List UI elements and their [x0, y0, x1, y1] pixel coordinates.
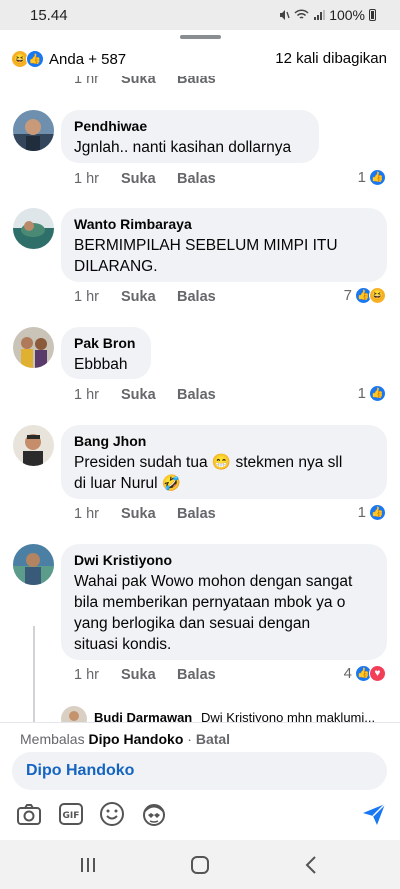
- comment-text-line: yang berlogika dan sesuai dengan: [74, 615, 311, 632]
- comment-time: 1 hr: [74, 171, 99, 187]
- avatar[interactable]: [13, 110, 54, 151]
- svg-text:GIF: GIF: [63, 811, 80, 821]
- like-button[interactable]: Suka: [121, 289, 177, 305]
- like-reaction-icon: 👍: [369, 169, 386, 186]
- comment-actions: 1 hr Suka Balas: [74, 506, 216, 522]
- back-icon[interactable]: [299, 852, 325, 878]
- avatar[interactable]: [13, 208, 54, 249]
- home-icon[interactable]: [187, 852, 213, 878]
- cancel-reply-button[interactable]: Batal: [196, 731, 230, 747]
- like-reaction-icon: 👍: [369, 385, 386, 402]
- comment-author[interactable]: Pendhiwae: [74, 118, 307, 134]
- reaction-summary[interactable]: 😆 👍 Anda + 587: [11, 50, 126, 68]
- comment-bubble[interactable]: Pak Bron Ebbbah: [61, 327, 151, 379]
- comment-text-line: BERMIMPILAH SEBELUM MIMPI ITU: [74, 237, 338, 254]
- comment-bubble[interactable]: Wanto Rimbaraya BERMIMPILAH SEBELUM MIMP…: [61, 208, 387, 282]
- comment-input[interactable]: Dipo Handoko: [12, 752, 387, 790]
- avatar[interactable]: [13, 327, 54, 368]
- wifi-icon: [294, 9, 309, 19]
- mute-icon: [280, 10, 290, 20]
- recent-apps-icon[interactable]: [75, 852, 101, 878]
- haha-reaction-icon: 😆: [369, 287, 386, 304]
- reply-button[interactable]: Balas: [177, 667, 216, 683]
- battery-percent: 100%: [329, 7, 365, 23]
- comment-text: Jgnlah.. nanti kasihan dollarnya: [74, 139, 292, 156]
- reaction-count: 1: [357, 169, 366, 186]
- system-nav-bar: [0, 840, 400, 889]
- comment-reactions[interactable]: 4 👍 ♥: [344, 665, 386, 682]
- comment-reactions[interactable]: 7 👍 😆: [344, 287, 386, 304]
- comment-actions: 1 hr Suka Balas: [74, 387, 216, 403]
- comments-sheet: 😆 👍 Anda + 587 12 kali dibagikan 1 hr Su…: [0, 30, 400, 840]
- status-time: 15.44: [30, 7, 68, 24]
- comment-time: 1 hr: [74, 506, 99, 522]
- comment-author[interactable]: Wanto Rimbaraya: [74, 216, 375, 232]
- replying-to-name: Dipo Handoko: [88, 731, 184, 747]
- signal-icon: [314, 10, 326, 20]
- love-reaction-icon: ♥: [369, 665, 386, 682]
- battery-icon: [369, 9, 376, 21]
- emoji-icon[interactable]: [98, 800, 126, 828]
- drag-handle[interactable]: [180, 35, 221, 39]
- mention-tag[interactable]: Dipo Handoko: [26, 762, 134, 780]
- reply-button[interactable]: Balas: [177, 171, 216, 187]
- gif-icon[interactable]: GIF: [57, 800, 85, 828]
- like-button[interactable]: Suka: [121, 506, 177, 522]
- comment-text-line: situasi kondis.: [74, 636, 172, 653]
- camera-icon[interactable]: [15, 800, 43, 828]
- comment-actions: 1 hr Suka Balas: [74, 289, 216, 305]
- reply-button[interactable]: Balas: [177, 387, 216, 403]
- replying-prefix: Membalas: [20, 731, 85, 747]
- shares-count[interactable]: 12 kali dibagikan: [275, 50, 387, 67]
- comment-text-line: di luar Nurul 🤣: [74, 475, 182, 492]
- reply-button[interactable]: Balas: [177, 289, 216, 305]
- comment-text-line: DILARANG.: [74, 258, 158, 275]
- comment-text-line: Wahai pak Wowo mohon dengan sangat: [74, 573, 353, 590]
- avatar[interactable]: [13, 425, 54, 466]
- status-icons: 100%: [278, 7, 376, 23]
- comment-author[interactable]: Dwi Kristiyono: [74, 552, 375, 568]
- comment-author[interactable]: Pak Bron: [74, 335, 139, 351]
- comment-text-line: bila memberikan pernyataan mbok ya o: [74, 594, 346, 611]
- send-icon[interactable]: [360, 800, 388, 828]
- avatar-sticker-icon[interactable]: [140, 800, 168, 828]
- like-reaction-icon: 👍: [369, 504, 386, 521]
- comment-actions: 1 hr Suka Balas: [74, 171, 216, 187]
- replying-banner: Membalas Dipo Handoko · Batal: [0, 722, 400, 752]
- replying-text: Membalas Dipo Handoko · Batal: [20, 731, 230, 747]
- composer-toolbar: GIF: [0, 798, 400, 832]
- comment-bubble[interactable]: Bang Jhon Presiden sudah tua 😁 stekmen n…: [61, 425, 387, 499]
- status-bar: 15.44 100%: [0, 0, 400, 30]
- comment-text-line: Presiden sudah tua 😁 stekmen nya sll: [74, 454, 343, 471]
- like-button[interactable]: Suka: [121, 387, 177, 403]
- like-button[interactable]: Suka: [121, 171, 177, 187]
- sheet-header: 😆 👍 Anda + 587 12 kali dibagikan: [0, 44, 400, 76]
- comment-text: Ebbbah: [74, 356, 128, 373]
- reaction-count: 4: [343, 665, 352, 682]
- comment-time: 1 hr: [74, 387, 99, 403]
- comment-bubble[interactable]: Dwi Kristiyono Wahai pak Wowo mohon deng…: [61, 544, 387, 660]
- comment-author[interactable]: Bang Jhon: [74, 433, 375, 449]
- comment-reactions[interactable]: 1 👍: [358, 385, 386, 402]
- reaction-count: 1: [357, 385, 366, 402]
- avatar[interactable]: [13, 544, 54, 585]
- reaction-count: 7: [343, 287, 352, 304]
- comment-reactions[interactable]: 1 👍: [358, 504, 386, 521]
- reply-button[interactable]: Balas: [177, 506, 216, 522]
- comment-time: 1 hr: [74, 289, 99, 305]
- comment-time: 1 hr: [74, 667, 99, 683]
- comment-actions: 1 hr Suka Balas: [74, 667, 216, 683]
- like-button[interactable]: Suka: [121, 667, 177, 683]
- comment-reactions[interactable]: 1 👍: [358, 169, 386, 186]
- reaction-count: 1: [357, 504, 366, 521]
- replying-separator: ·: [183, 731, 196, 747]
- like-reaction-icon: 👍: [26, 50, 44, 68]
- reaction-count-label: Anda + 587: [49, 50, 127, 68]
- comment-bubble[interactable]: Pendhiwae Jgnlah.. nanti kasihan dollarn…: [61, 110, 319, 163]
